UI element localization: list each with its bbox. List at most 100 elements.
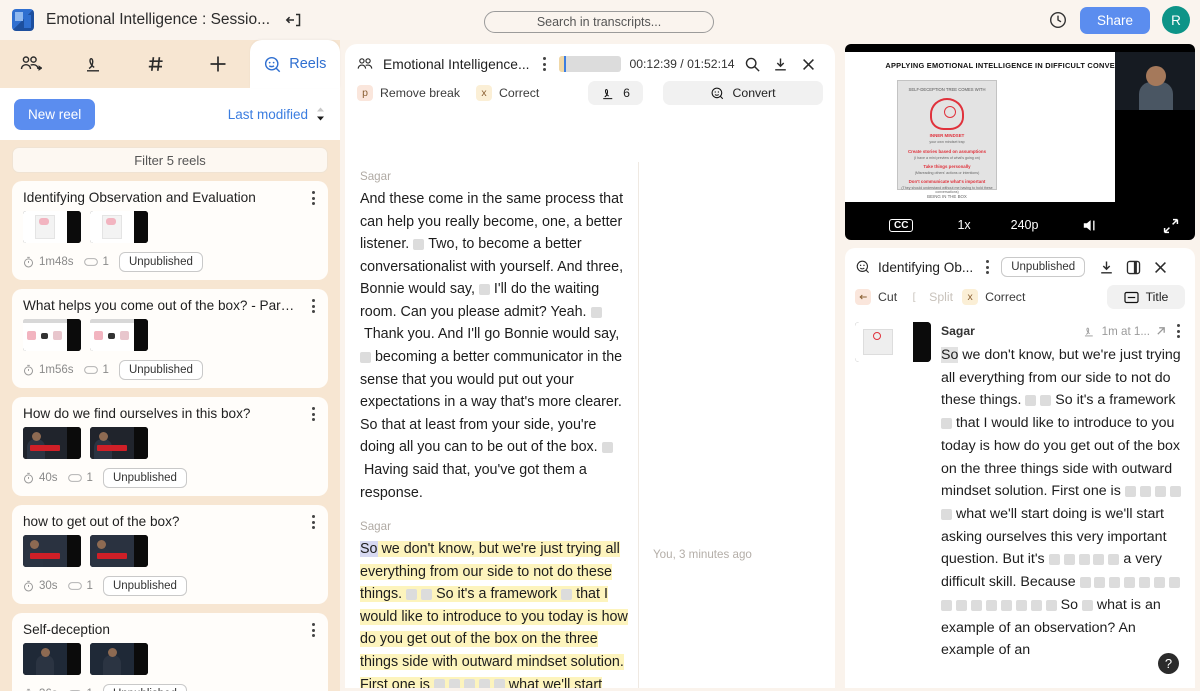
hotkey-remove-break[interactable]: p Remove break: [357, 85, 460, 101]
clipcount-meta: 1: [83, 364, 109, 376]
filter-reels-input[interactable]: Filter 5 reels: [12, 147, 328, 173]
kebab-menu-icon[interactable]: [980, 258, 994, 276]
list-item[interactable]: Sagar 1m at 1... So we don't know, but w…: [855, 322, 1185, 662]
stopwatch-icon: [23, 580, 34, 592]
redacted-token: [1040, 395, 1052, 407]
title-card-button[interactable]: Title: [1107, 285, 1185, 309]
redacted-token: [1015, 599, 1027, 611]
thumbnail[interactable]: [855, 322, 931, 362]
share-button[interactable]: Share: [1079, 6, 1150, 34]
sidebar-item-tags[interactable]: [125, 40, 187, 88]
clock-history-icon[interactable]: [1048, 10, 1068, 30]
redacted-token: [1169, 486, 1181, 498]
redacted-token: [601, 442, 613, 454]
convert-button[interactable]: Convert: [663, 81, 823, 105]
status-badge[interactable]: Unpublished: [102, 684, 187, 691]
clip-transcript[interactable]: So we don't know, but we're just trying …: [941, 344, 1185, 662]
slide-card: SELF-DECEPTION TREE COMES WITH INNER MIN…: [897, 80, 997, 194]
transcript-text-column[interactable]: Sagar And these come in the same process…: [345, 162, 638, 688]
search-icon[interactable]: [743, 54, 763, 74]
redacted-token: [493, 679, 505, 688]
sort-control[interactable]: Last modified: [228, 106, 326, 122]
sidebar-item-highlights[interactable]: [62, 40, 124, 88]
status-badge[interactable]: Unpublished: [118, 252, 203, 272]
cc-button[interactable]: CC: [889, 218, 914, 232]
layout-panel-icon[interactable]: [1123, 257, 1143, 277]
play-icon[interactable]: [1003, 120, 1033, 158]
timeline-scrubber[interactable]: [559, 56, 622, 72]
kebab-menu-icon[interactable]: [306, 189, 320, 207]
status-badge[interactable]: Unpublished: [118, 360, 203, 380]
page-title: Emotional Intelligence : Sessio...: [46, 11, 271, 28]
highlighter-icon: [1083, 325, 1096, 338]
hotkey-correct[interactable]: x Correct: [962, 289, 1025, 305]
hotkey-key: [: [912, 291, 916, 303]
redacted-token: [406, 588, 418, 600]
close-icon[interactable]: [1150, 257, 1170, 277]
download-icon[interactable]: [1096, 257, 1116, 277]
slide-point-1-sub: (I have a mini preview of what's going o…: [913, 156, 980, 160]
close-icon[interactable]: [799, 54, 819, 74]
reels-icon: [855, 259, 871, 275]
status-badge[interactable]: Unpublished: [102, 576, 187, 596]
clipcount-value: 1: [86, 472, 93, 484]
kebab-menu-icon[interactable]: [306, 405, 320, 423]
collapse-sidebar-icon[interactable]: [284, 10, 304, 30]
list-item[interactable]: Self-deception 36s 1 Unpublished: [12, 613, 328, 691]
kebab-menu-icon[interactable]: [1171, 322, 1185, 340]
sidebar-item-reels[interactable]: Reels: [249, 40, 341, 88]
timecode: 00:12:39 / 01:52:14: [629, 57, 735, 71]
download-icon[interactable]: [771, 54, 791, 74]
transcript-header: Emotional Intelligence... 00:12:39 / 01:…: [345, 44, 835, 105]
arrow-up-right-icon[interactable]: [1155, 325, 1167, 337]
redacted-token: [360, 351, 371, 363]
hotkey-cut[interactable]: Cut: [855, 289, 897, 305]
redacted-token: [1139, 486, 1151, 498]
hotkey-label: Split: [929, 290, 954, 304]
redacted-token: [1079, 576, 1091, 588]
thumbnail: [90, 535, 148, 567]
status-badge[interactable]: Unpublished: [102, 468, 187, 488]
clip-icon: [83, 365, 98, 375]
reel-thumbnails: [23, 319, 317, 351]
title-card-label: Title: [1145, 290, 1169, 304]
kebab-menu-icon[interactable]: [306, 513, 320, 531]
thumbnail: [23, 643, 81, 675]
stopwatch-icon: [23, 472, 34, 484]
list-item[interactable]: Identifying Observation and Evaluation 1…: [12, 181, 328, 280]
help-button[interactable]: ?: [1158, 653, 1179, 674]
search-input[interactable]: Search in transcripts...: [484, 11, 714, 33]
reel-thumbnails: [23, 643, 317, 675]
sidebar-item-add[interactable]: [187, 40, 249, 88]
reel-metadata: 40s 1 Unpublished: [23, 468, 317, 488]
hotkey-correct[interactable]: x Correct: [475, 85, 539, 101]
redacted-token: [1093, 554, 1105, 566]
new-reel-button[interactable]: New reel: [14, 98, 96, 130]
redacted-token: [941, 599, 952, 611]
kebab-menu-icon[interactable]: [306, 621, 320, 639]
video-player[interactable]: APPLYING EMOTIONAL INTELLIGENCE IN DIFFI…: [845, 44, 1195, 240]
transcript-paragraph-highlighted[interactable]: So we don't know, but we're just trying …: [360, 538, 630, 688]
speaker-label: Sagar: [941, 324, 975, 338]
highlight-count-button[interactable]: 6: [588, 81, 643, 105]
expand-icon[interactable]: [1163, 218, 1179, 234]
head-outline-icon: [930, 98, 964, 130]
reel-editor-header: Identifying Ob... Unpublished Cut [Spli…: [845, 248, 1195, 309]
quality-button[interactable]: 240p: [1011, 218, 1039, 232]
kebab-menu-icon[interactable]: [537, 55, 551, 73]
kebab-menu-icon[interactable]: [306, 297, 320, 315]
playback-speed-button[interactable]: 1x: [957, 218, 970, 232]
hotkey-label: Remove break: [380, 86, 460, 100]
avatar[interactable]: R: [1162, 6, 1190, 34]
list-item[interactable]: how to get out of the box? 30s 1 Unpubli…: [12, 505, 328, 604]
redacted-token: [1048, 554, 1060, 566]
status-badge[interactable]: Unpublished: [1001, 257, 1086, 277]
transcript-paragraph[interactable]: And these come in the same process that …: [360, 188, 630, 504]
sidebar-item-people[interactable]: [0, 40, 62, 88]
hotkey-label: Cut: [878, 290, 898, 304]
volume-icon[interactable]: [1082, 218, 1100, 233]
list-item[interactable]: How do we find ourselves in this box? 40…: [12, 397, 328, 496]
reels-icon: [263, 55, 282, 74]
list-item[interactable]: What helps you come out of the box? - Pa…: [12, 289, 328, 388]
hotkey-split[interactable]: [ Split: [906, 289, 953, 305]
